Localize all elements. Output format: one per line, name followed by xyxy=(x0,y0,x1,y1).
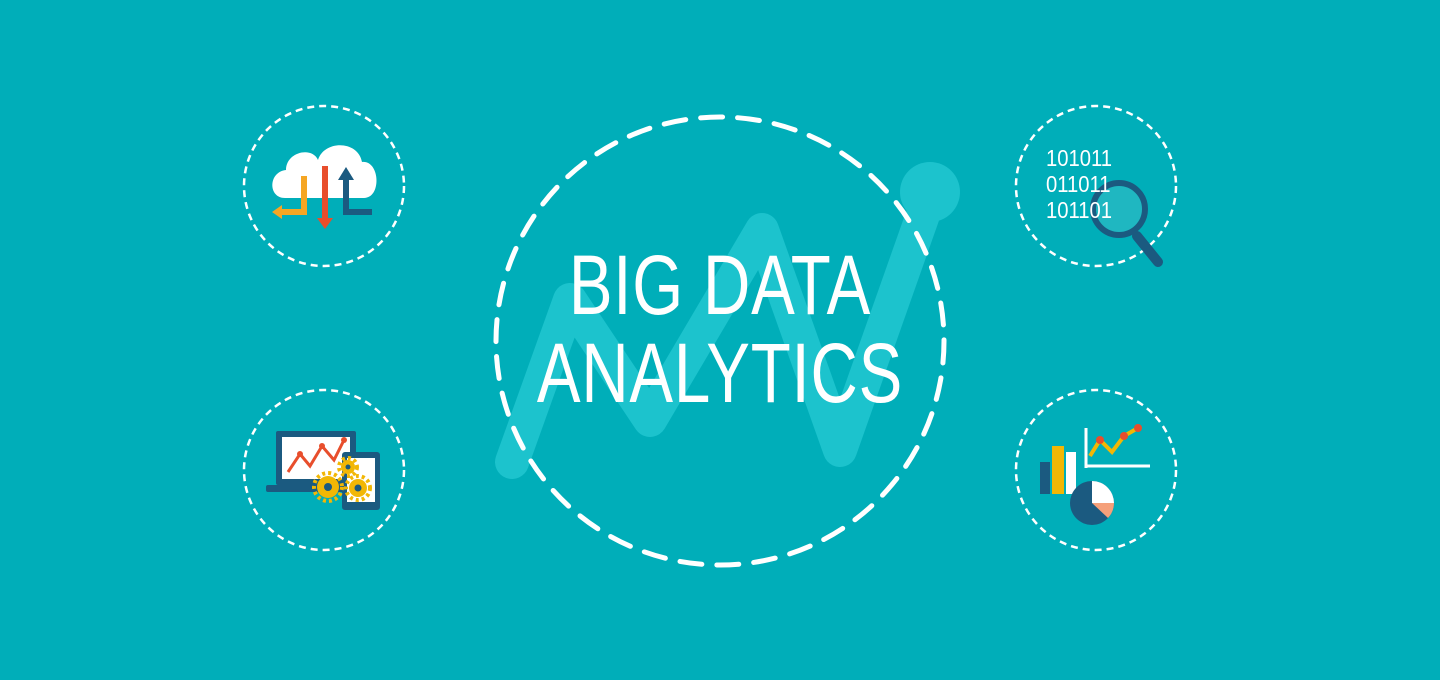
banner-title-line-1: BIG DATA xyxy=(568,238,872,332)
binary-line-1: 101011 xyxy=(1046,145,1113,171)
devices-gears-icon xyxy=(266,431,380,510)
cloud-transfer-icon xyxy=(272,145,377,229)
binary-line-2: 011011 xyxy=(1046,171,1111,197)
binary-line-3: 101101 xyxy=(1046,197,1113,223)
banner-title-line-2: ANALYTICS xyxy=(536,326,904,420)
charts-analytics-icon xyxy=(1040,424,1150,525)
background-trend-dot xyxy=(900,162,960,222)
